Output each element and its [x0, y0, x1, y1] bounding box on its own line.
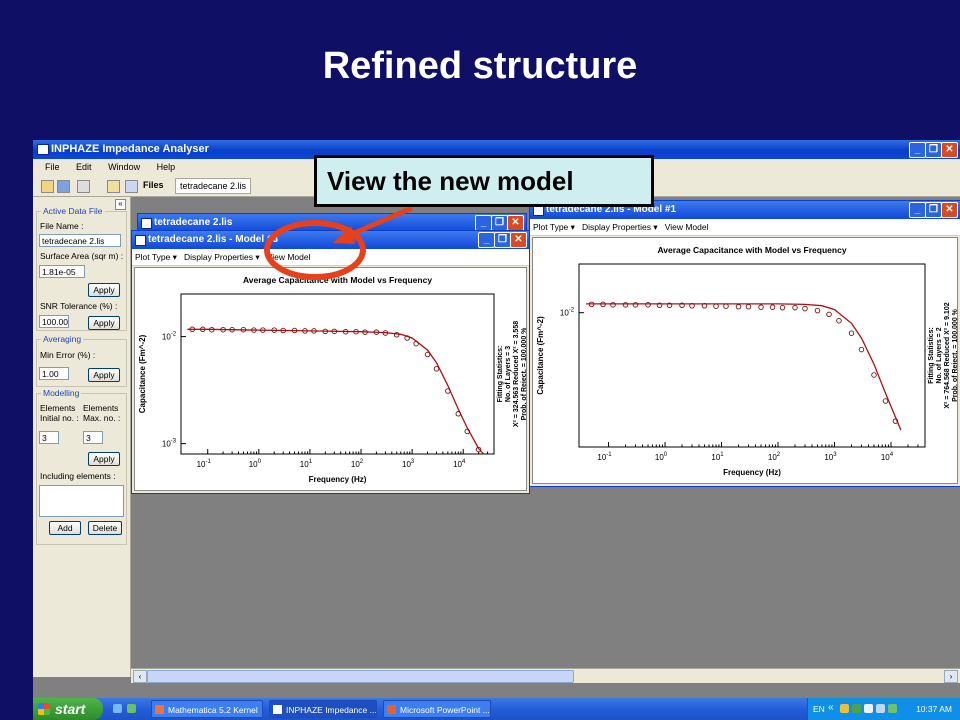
- quicklaunch-icon[interactable]: [127, 704, 136, 713]
- callout-box: View the new model: [314, 155, 654, 207]
- network-icon[interactable]: [876, 704, 885, 713]
- taskbar: start Mathematica 5.2 Kernel INPHAZE Imp…: [33, 698, 960, 720]
- slide-title: Refined structure: [322, 45, 638, 87]
- horizontal-scrollbar[interactable]: ‹ ›: [131, 668, 960, 683]
- windows-logo-icon: [38, 703, 50, 715]
- task-mathematica-label: Mathematica 5.2 Kernel: [168, 705, 258, 715]
- task-mathematica[interactable]: Mathematica 5.2 Kernel: [151, 700, 263, 718]
- scroll-left-icon[interactable]: ‹: [133, 670, 147, 683]
- scroll-thumb[interactable]: [147, 670, 574, 683]
- app-screen: INPHAZE Impedance Analyser _ ❐ ✕ File Ed…: [33, 140, 960, 720]
- task-inphaze[interactable]: INPHAZE Impedance ...: [269, 700, 377, 718]
- mathematica-icon: [155, 705, 164, 714]
- clock: 10:37 AM: [916, 704, 952, 714]
- task-powerpoint-label: Microsoft PowerPoint ...: [400, 705, 490, 715]
- callout-arrow-line: [344, 205, 413, 240]
- ie-icon[interactable]: [113, 704, 122, 713]
- system-tray: EN « 10:37 AM: [807, 698, 960, 720]
- start-label: start: [55, 701, 86, 717]
- tray-app-icon[interactable]: [840, 704, 849, 713]
- annotation-overlay: [264, 205, 413, 280]
- language-indicator[interactable]: EN: [813, 698, 825, 720]
- pen-icon[interactable]: [864, 704, 873, 713]
- task-powerpoint[interactable]: Microsoft PowerPoint ...: [383, 700, 491, 718]
- update-icon[interactable]: [888, 704, 897, 713]
- scroll-right-icon[interactable]: ›: [944, 670, 958, 683]
- inphaze-icon: [273, 705, 282, 714]
- start-button[interactable]: start: [33, 698, 103, 720]
- task-inphaze-label: INPHAZE Impedance ...: [286, 705, 377, 715]
- shield-icon[interactable]: [852, 704, 861, 713]
- tray-back-icon[interactable]: «: [828, 703, 834, 713]
- powerpoint-icon: [387, 705, 396, 714]
